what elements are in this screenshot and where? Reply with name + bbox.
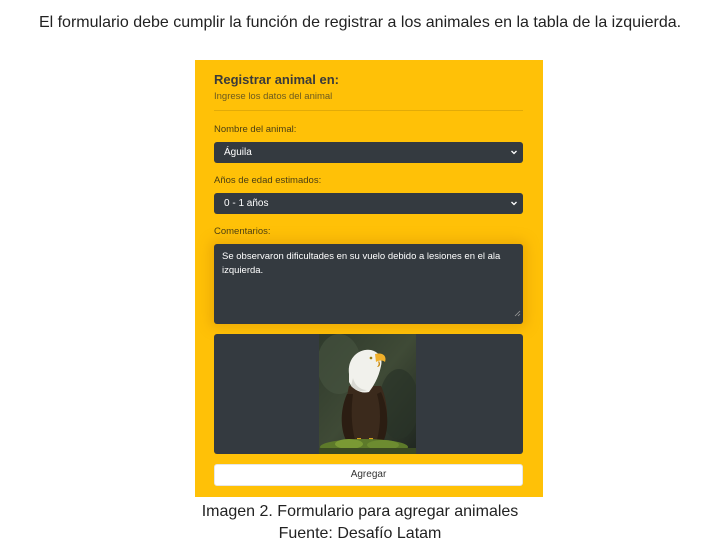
animal-age-value: 0 - 1 años xyxy=(224,198,269,209)
chevron-down-icon xyxy=(510,193,518,222)
comments-label: Comentarios: xyxy=(214,226,271,237)
animal-name-value: Águila xyxy=(224,147,252,158)
animal-name-select[interactable]: Águila xyxy=(214,142,523,163)
chevron-down-icon xyxy=(510,142,518,171)
form-title: Registrar animal en: xyxy=(214,72,339,87)
form-divider xyxy=(214,110,523,111)
animal-name-label: Nombre del animal: xyxy=(214,124,297,135)
comments-textarea[interactable]: Se observaron dificultades en su vuelo d… xyxy=(214,244,523,324)
caption-source: Fuente: Desafío Latam xyxy=(278,525,442,542)
intro-text: El formulario debe cumplir la función de… xyxy=(38,14,682,31)
add-button[interactable]: Agregar xyxy=(214,464,523,486)
animal-age-label: Años de edad estimados: xyxy=(214,175,322,186)
animal-age-select[interactable]: 0 - 1 años xyxy=(214,193,523,214)
eagle-photo xyxy=(319,334,416,454)
add-animal-form: Registrar animal en: Ingrese los datos d… xyxy=(195,60,543,497)
resize-grip-icon[interactable] xyxy=(514,309,521,323)
form-subtitle: Ingrese los datos del animal xyxy=(214,91,333,102)
animal-preview xyxy=(214,334,523,454)
comments-value: Se observaron dificultades en su vuelo d… xyxy=(222,251,501,276)
caption-title: Imagen 2. Formulario para agregar animal… xyxy=(201,503,519,520)
